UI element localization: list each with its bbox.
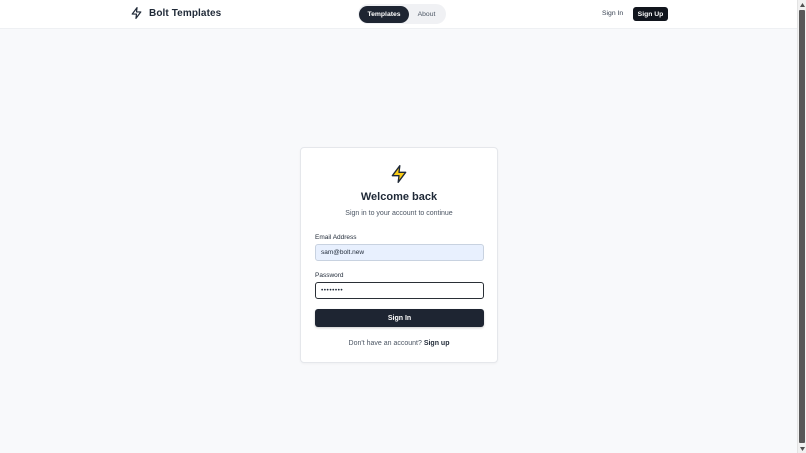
nav-signup-button[interactable]: Sign Up [633,7,668,21]
signup-prompt: Don't have an account? Sign up [301,340,497,347]
vertical-scrollbar[interactable] [797,0,806,453]
nav-signin-link[interactable]: Sign In [602,10,623,17]
signin-submit-button[interactable]: Sign In [315,309,484,327]
nav-tab-group: Templates About [358,4,446,24]
scroll-up-arrow-icon[interactable] [798,0,806,9]
signup-prompt-text: Don't have an account? [348,340,422,347]
top-navbar: Bolt Templates Templates About Sign In S… [0,0,797,29]
brand[interactable]: Bolt Templates [130,6,221,20]
page-title: Welcome back [360,191,438,203]
scroll-down-arrow-icon[interactable] [798,444,806,453]
password-label: Password [315,272,344,279]
tab-about[interactable]: About [409,6,444,23]
tab-templates[interactable]: Templates [359,5,409,23]
brand-name: Bolt Templates [149,7,222,19]
scrollbar-thumb[interactable] [799,10,805,443]
password-field[interactable] [315,282,484,299]
signin-card: Welcome back Sign in to your account to … [300,147,498,363]
signup-link[interactable]: Sign up [424,340,450,347]
email-field[interactable] [315,244,484,261]
lightning-bolt-icon [389,163,409,190]
email-label: Email Address [315,234,357,241]
page-subtitle: Sign in to your account to continue [345,210,453,217]
lightning-bolt-logo-icon [130,6,143,20]
